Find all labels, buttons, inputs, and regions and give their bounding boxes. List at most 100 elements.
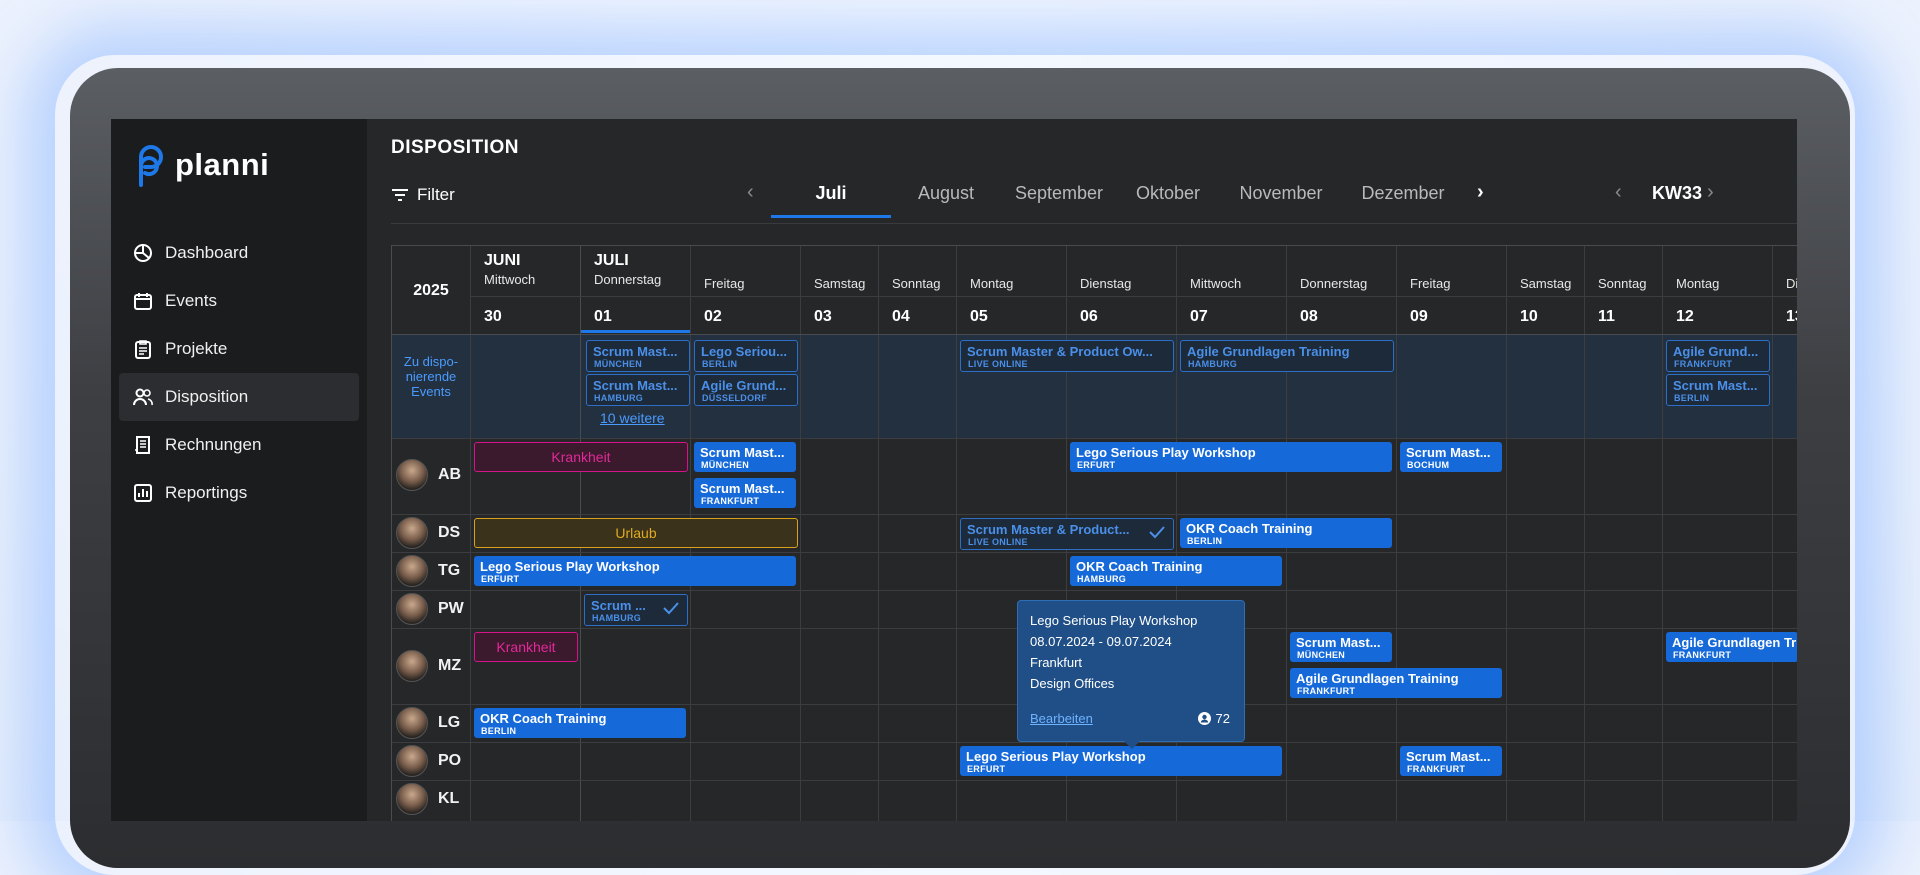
avatar — [396, 593, 428, 625]
event-bar[interactable]: Lego Serious Play Workshop Erfurt — [474, 556, 796, 586]
avatar — [396, 650, 428, 682]
sidebar-item-label: Projekte — [165, 339, 228, 358]
sidebar-item-projekte[interactable]: Projekte — [119, 325, 359, 373]
event-bar[interactable]: OKR Coach Training Hamburg — [1070, 556, 1282, 586]
event-bar[interactable]: Scrum Mast... Frankfurt — [1400, 746, 1502, 776]
app-screen: planni Dashboard Events Projekte Disposi… — [111, 119, 1797, 821]
unassigned-event[interactable]: Agile Grundlagen Training Hamburg — [1180, 340, 1394, 372]
unassigned-event[interactable]: Scrum Mast... München — [586, 340, 690, 372]
day-name: Samstag — [1520, 276, 1572, 291]
person-row[interactable]: LG — [396, 707, 460, 739]
unassigned-event[interactable]: Lego Seriou... Berlin — [694, 340, 798, 372]
person-row[interactable]: PW — [396, 593, 464, 625]
chevron-left-icon[interactable]: ‹ — [747, 181, 754, 204]
day-number: 12 — [1676, 308, 1694, 325]
day-name: Freitag — [704, 276, 745, 291]
day-number: 05 — [970, 308, 988, 325]
day-number: 09 — [1410, 308, 1428, 325]
person-row[interactable]: DS — [396, 517, 460, 549]
event-bar-pending[interactable]: Scrum Master & Product... Live Online — [960, 518, 1174, 550]
tab-august[interactable]: August — [893, 175, 999, 215]
sidebar-item-rechnungen[interactable]: Rechnungen — [119, 421, 359, 469]
sidebar-item-disposition[interactable]: Disposition — [119, 373, 359, 421]
week-next-icon[interactable]: › — [1707, 181, 1714, 204]
day-name: Montag — [1676, 276, 1720, 291]
event-bar-pending[interactable]: Scrum ... Hamburg — [584, 594, 688, 626]
participant-count: 72 — [1215, 711, 1230, 726]
sidebar-item-reportings[interactable]: Reportings — [119, 469, 359, 517]
avatar — [396, 707, 428, 739]
person-row[interactable]: TG — [396, 555, 460, 587]
tab-november[interactable]: November — [1221, 175, 1341, 215]
sick-status-bar[interactable]: Krankheit — [474, 632, 578, 662]
tooltip-edit-link[interactable]: Bearbeiten — [1030, 711, 1093, 726]
person-row[interactable]: PO — [396, 745, 461, 777]
day-number: 10 — [1520, 308, 1538, 325]
month-label-juli: JULI — [594, 252, 629, 269]
tab-juli[interactable]: Juli — [771, 175, 891, 218]
clipboard-icon — [135, 340, 151, 359]
day-name: Dienstag — [1080, 276, 1132, 291]
event-bar[interactable]: Scrum Mast... Bochum — [1400, 442, 1502, 472]
event-bar[interactable]: Agile Grundlagen Training Frankfurt — [1290, 668, 1502, 698]
sidebar-item-label: Dashboard — [165, 243, 249, 262]
day-name: Mittwoch — [1190, 276, 1242, 291]
planni-logo-icon — [139, 145, 163, 187]
page-title: DISPOSITION — [391, 137, 519, 158]
day-number: 08 — [1300, 308, 1318, 325]
day-number: 04 — [892, 308, 910, 325]
tooltip-title: Lego Serious Play Workshop — [1030, 613, 1198, 628]
vacation-status-bar[interactable]: Urlaub — [474, 518, 798, 548]
event-bar[interactable]: Lego Serious Play Workshop Erfurt — [960, 746, 1282, 776]
chevron-right-icon[interactable]: › — [1477, 181, 1484, 204]
day-name: Freitag — [1410, 276, 1451, 291]
day-number: 07 — [1190, 308, 1208, 325]
invoice-icon — [135, 436, 150, 454]
unassigned-event[interactable]: Agile Grund... Frankfurt — [1666, 340, 1770, 372]
event-bar[interactable]: OKR Coach Training Berlin — [1180, 518, 1392, 548]
day-number: 06 — [1080, 308, 1098, 325]
sidebar: planni Dashboard Events Projekte Disposi… — [111, 119, 367, 821]
more-events-link[interactable]: 10 weitere — [600, 410, 665, 426]
event-bar[interactable]: Scrum Mast... München — [694, 442, 796, 472]
person-icon — [1197, 712, 1211, 725]
person-row[interactable]: AB — [396, 459, 461, 491]
avatar — [396, 517, 428, 549]
sidebar-item-label: Events — [165, 291, 217, 310]
person-row[interactable]: MZ — [396, 650, 461, 682]
logo[interactable]: planni — [133, 143, 269, 187]
event-tooltip: Lego Serious Play Workshop 08.07.2024 - … — [1017, 600, 1245, 749]
unassigned-event[interactable]: Agile Grund... Düsseldorf — [694, 374, 798, 406]
day-name: Sonntag — [1598, 276, 1647, 291]
tab-dezember[interactable]: Dezember — [1343, 175, 1463, 215]
sidebar-item-events[interactable]: Events — [119, 277, 359, 325]
dashboard-icon — [134, 244, 152, 262]
event-bar[interactable]: Scrum Mast... München — [1290, 632, 1392, 662]
person-row[interactable]: KL — [396, 783, 459, 815]
header-divider — [391, 223, 1797, 224]
day-name: Donnerstag — [594, 272, 662, 287]
filter-button[interactable]: Filter — [391, 185, 455, 205]
unassigned-event[interactable]: Scrum Master & Product Ow... Live Online — [960, 340, 1174, 372]
chart-icon — [134, 484, 152, 502]
tab-september[interactable]: September — [1001, 175, 1117, 215]
month-label-juni: JUNI — [484, 252, 521, 269]
filter-icon — [392, 189, 408, 201]
sidebar-item-dashboard[interactable]: Dashboard — [119, 229, 359, 277]
week-prev-icon[interactable]: ‹ — [1615, 181, 1622, 204]
event-bar[interactable]: OKR Coach Training Berlin — [474, 708, 686, 738]
day-name: Di — [1786, 276, 1797, 291]
unassigned-label: Zu dispo-nierende Events — [403, 354, 459, 399]
avatar — [396, 745, 428, 777]
sick-status-bar[interactable]: Krankheit — [474, 442, 688, 472]
day-number: 30 — [484, 308, 502, 325]
sidebar-item-label: Rechnungen — [165, 435, 262, 454]
event-bar[interactable]: Agile Grundlagen Tr Frankfurt — [1666, 632, 1797, 662]
tab-oktober[interactable]: Oktober — [1119, 175, 1217, 215]
unassigned-event[interactable]: Scrum Mast... Hamburg — [586, 374, 690, 406]
event-bar[interactable]: Lego Serious Play Workshop Erfurt — [1070, 442, 1392, 472]
tooltip-dates: 08.07.2024 - 09.07.2024 — [1030, 634, 1172, 649]
today-indicator — [581, 330, 690, 333]
event-bar[interactable]: Scrum Mast... Frankfurt — [694, 478, 796, 508]
unassigned-event[interactable]: Scrum Mast... Berlin — [1666, 374, 1770, 406]
